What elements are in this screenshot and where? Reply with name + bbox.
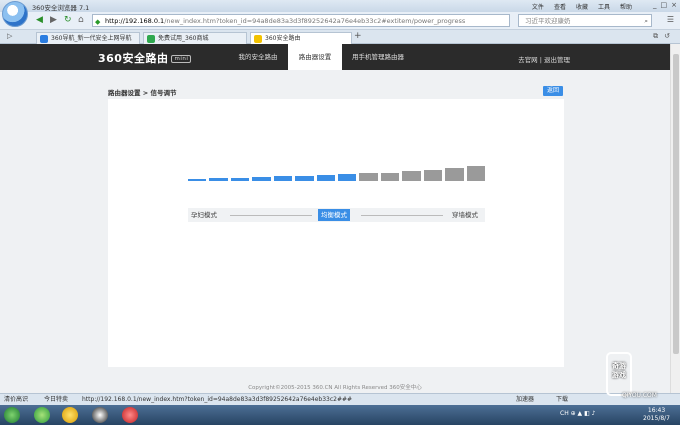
qq-icon[interactable] [92,407,108,423]
menu-tools[interactable]: 工具 [598,2,610,11]
clock[interactable]: 16:43 2015/8/7 [643,407,670,423]
signal-bar [252,176,271,181]
signal-bar [445,167,464,181]
signal-bar [466,166,485,181]
tab-360-mall[interactable]: 免费试用_360商城 [143,32,247,44]
restore-tabs-icon[interactable]: ⧉ [653,32,658,41]
watermark-logo: 奇游 游戏 QIYOU.COM [606,352,672,402]
maximize-button[interactable]: □ [661,1,668,9]
signal-bar [230,177,250,181]
signal-bar [316,174,335,181]
favicon-icon [40,35,48,43]
nav-phone-manage[interactable]: 用手机管理路由器 [345,44,411,70]
clock-time: 16:43 [647,407,666,414]
signal-bar [359,173,378,181]
clock-date: 2015/8/7 [643,415,670,422]
status-url: http://192.168.0.1/new_index.htm?token_i… [82,396,353,403]
system-tray: CH ⊕ ▲ ◧ ♪ [560,410,596,417]
shield-icon: ◆ [95,18,101,26]
status-bar: 清价高识 今日特卖 http://192.168.0.1/new_index.h… [0,393,680,405]
refresh-icon[interactable]: ↻ [64,15,72,25]
browser-logo-icon [2,1,28,27]
menu-favorites[interactable]: 收藏 [576,2,588,11]
nav-my-router[interactable]: 我的安全路由 [230,44,286,70]
header-links[interactable]: 去官网 | 退出管理 [518,54,570,64]
status-link-2[interactable]: 今日特卖 [44,394,68,405]
sidebar-toggle-icon[interactable]: ▷ [7,32,12,40]
signal-bar [380,172,400,181]
slider-line-right [361,215,443,216]
download-button[interactable]: 下载 [556,394,568,405]
taskbar: CH ⊕ ▲ ◧ ♪ 16:43 2015/8/7 [0,405,680,425]
close-button[interactable]: × [671,1,677,9]
tab-bar: ▷ 360导航_新一代安全上网导航 免费试用_360商城 360安全路由 + ⧉… [0,30,680,44]
signal-bar [188,179,207,181]
url-path: /new_index.htm?token_id=94a8de83a3d3f892… [164,17,466,25]
menu-bar: 文件 查看 收藏 工具 帮助 [532,2,632,11]
tab-tools: ⧉ ↺ [653,32,670,41]
signal-bar [338,174,357,181]
menu-view[interactable]: 查看 [554,2,566,11]
app-icon[interactable] [122,407,138,423]
signal-bar [423,169,443,181]
window-controls: _ □ × [653,1,677,9]
start-button-icon[interactable] [4,407,20,423]
tab-360-nav[interactable]: 360导航_新一代安全上网导航 [36,32,140,44]
ie-icon[interactable] [34,407,50,423]
watermark-site: QIYOU.COM [622,392,657,399]
breadcrumb: 路由器设置 > 信号调节 [108,89,177,97]
copyright-text: Copyright©2005-2015 360.CN All Rights Re… [248,385,422,391]
signal-bar [273,176,293,181]
undo-close-icon[interactable]: ↺ [664,32,670,41]
nav-router-settings[interactable]: 路由器设置 [288,44,342,70]
mode-through-wall[interactable]: 穿墙模式 [452,209,478,221]
tab-360-router[interactable]: 360安全路由 [250,32,352,44]
address-bar: ◀ ▶ ↻ ⌂ ◆ http://192.168.0.1/new_index.h… [0,12,680,30]
sun-app-icon[interactable] [62,407,78,423]
signal-bar [295,175,314,181]
status-link-1[interactable]: 清价高识 [4,394,28,405]
signal-bar [209,178,228,181]
mode-balanced[interactable]: 均衡模式 [318,209,350,221]
slider-line-left [230,215,312,216]
home-icon[interactable]: ⌂ [78,15,84,25]
search-icon[interactable]: ⌕ [644,15,648,27]
favicon-icon [147,35,155,43]
title-bar: 360安全浏览器 7.1 文件 查看 收藏 工具 帮助 _ □ × [0,0,680,12]
back-arrow-icon[interactable]: ◀ [36,15,43,25]
menu-help[interactable]: 帮助 [620,2,632,11]
watermark-box: 奇游 游戏 [606,352,632,396]
forward-arrow-icon[interactable]: ▶ [50,15,57,25]
mode-pregnant[interactable]: 孕妇模式 [191,209,217,221]
menu-file[interactable]: 文件 [532,2,544,11]
scrollbar-thumb[interactable] [673,54,679,354]
router-brand-logo[interactable]: 360安全路由 mini [98,50,192,66]
new-tab-icon[interactable]: + [354,31,362,41]
accelerator-button[interactable]: 加速器 [516,394,534,405]
url-host: http://192.168.0.1 [105,17,165,25]
page-scrollbar[interactable] [670,44,680,393]
signal-bar [402,171,421,181]
router-header: 360安全路由 mini 我的安全路由 路由器设置 用手机管理路由器 去官网 | … [0,44,670,70]
menu-grid-icon[interactable]: ☰ [667,15,674,24]
favicon-icon [254,35,262,43]
search-placeholder: 习近平欢迎康奶 [525,17,571,25]
search-input[interactable]: 习近平欢迎康奶 ⌕ [518,14,652,27]
minimize-button[interactable]: _ [653,1,657,9]
mini-badge: mini [171,55,192,63]
back-button[interactable]: 返回 [543,86,563,96]
window-title: 360安全浏览器 7.1 [32,4,90,12]
url-input[interactable]: ◆ http://192.168.0.1/new_index.htm?token… [92,14,510,27]
content-panel [108,99,564,367]
